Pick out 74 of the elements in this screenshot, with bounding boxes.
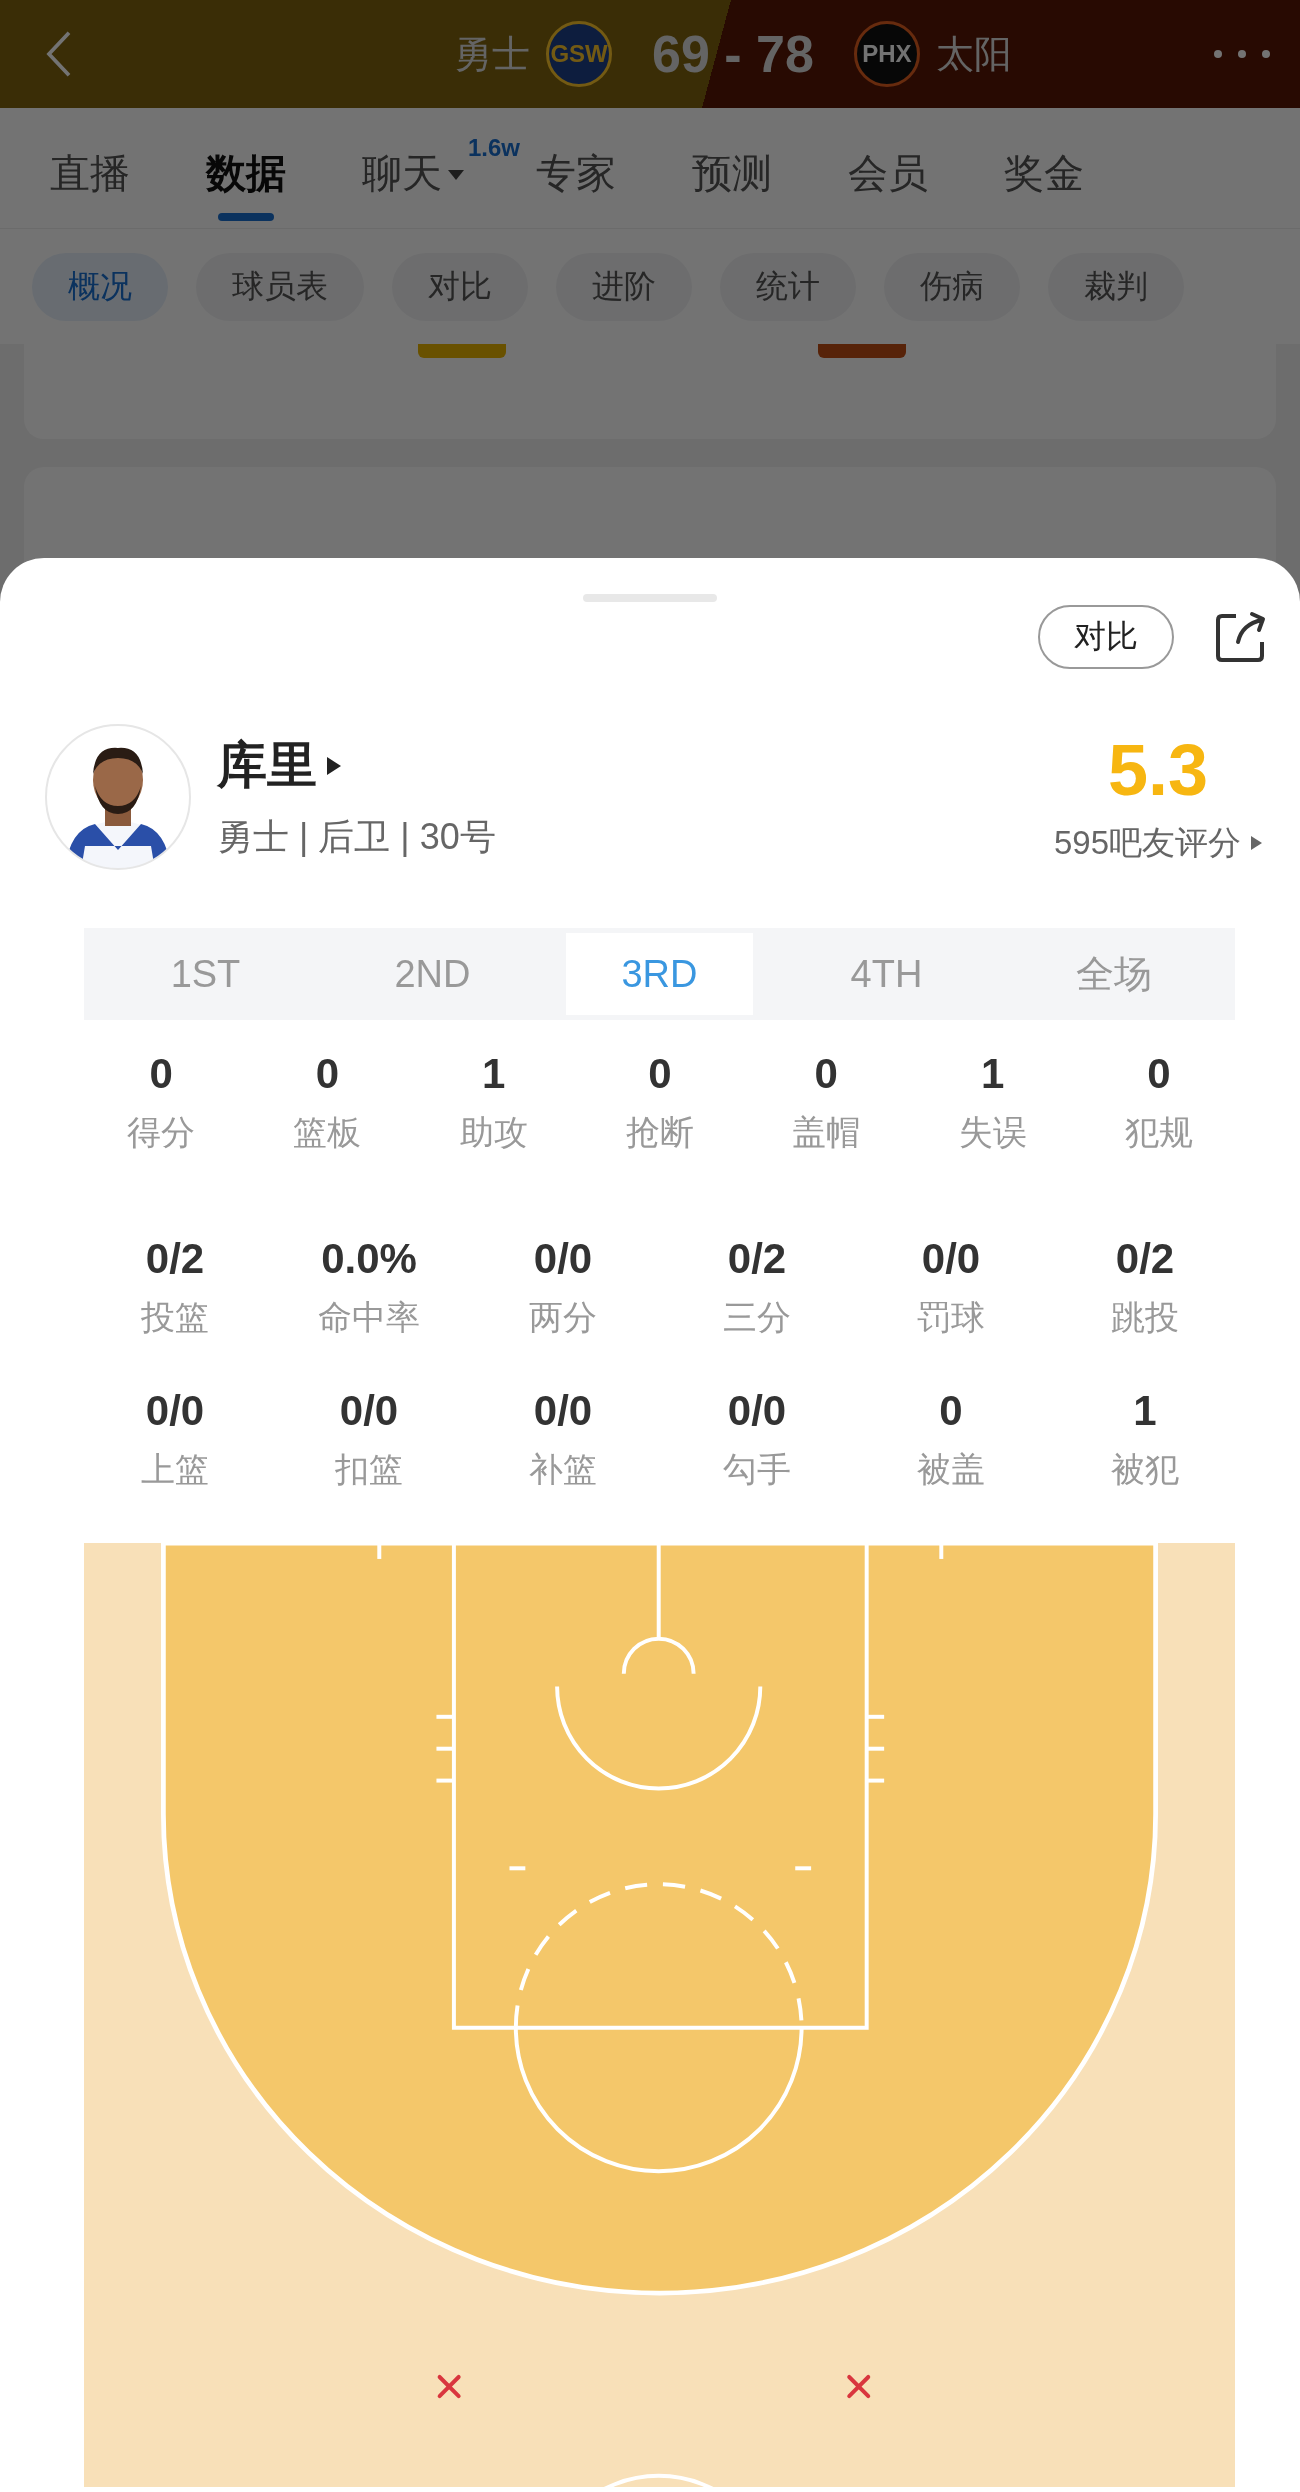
stat-label: 被犯 [1111, 1449, 1179, 1490]
team-name: 太阳 [935, 31, 1012, 77]
stat-label: 三分 [723, 1297, 791, 1338]
tab[interactable]: 奖金 [1004, 115, 1085, 221]
period-tab[interactable]: 1ST [112, 933, 299, 1015]
rating-count[interactable]: 595吧友评分 [1053, 820, 1241, 866]
tab[interactable]: 数据 [206, 115, 286, 221]
filter-chip[interactable]: 进阶 [556, 252, 692, 321]
stat-value: 1 [1133, 1387, 1157, 1435]
tab[interactable]: 预测 [692, 115, 773, 221]
stat-label: 投篮 [141, 1297, 209, 1338]
filter-chip[interactable]: 伤病 [884, 252, 1020, 321]
count-label: 1.6w [468, 133, 521, 162]
stat-label: 抢断 [626, 1112, 694, 1153]
more-icon[interactable] [1212, 48, 1272, 60]
stat-value: 0/0 [921, 1235, 981, 1283]
stat-value: 0/2 [1115, 1235, 1175, 1283]
stat-value: 1 [980, 1050, 1005, 1098]
team-name: 勇士 [454, 31, 531, 77]
stat-value: 0 [149, 1050, 173, 1098]
player-name[interactable]: 库里 [217, 732, 317, 799]
miss-marker-icon [437, 2375, 461, 2399]
stat-label: 扣篮 [335, 1449, 403, 1490]
stat-label: 得分 [127, 1112, 196, 1153]
miss-marker-icon [847, 2375, 871, 2399]
stat-label: 补篮 [529, 1449, 597, 1490]
stat-value: 0/0 [533, 1235, 593, 1283]
stat-label: 篮板 [293, 1112, 362, 1153]
filter-chip[interactable]: 概况 [32, 252, 168, 321]
team-logo: PHX [853, 21, 920, 87]
filter-chip[interactable]: 球员表 [196, 252, 364, 321]
stat-value: 0/0 [533, 1387, 593, 1435]
stat-value: 0/0 [339, 1387, 399, 1435]
stat-label: 罚球 [917, 1297, 985, 1338]
period-tab[interactable]: 2ND [339, 933, 526, 1015]
stat-value: 0 [814, 1050, 838, 1098]
stat-label: 上篮 [141, 1449, 209, 1490]
tab[interactable]: 专家 [536, 115, 617, 221]
stat-value: 0/2 [145, 1235, 205, 1283]
stat-label: 勾手 [723, 1449, 791, 1490]
tab[interactable]: 会员 [848, 115, 929, 221]
tab[interactable]: 聊天 [362, 115, 464, 221]
period-tab[interactable]: 全场 [1020, 933, 1207, 1015]
stat-value: 0/2 [727, 1235, 787, 1283]
stat-label: 助攻 [459, 1112, 528, 1153]
stat-label: 被盖 [917, 1449, 985, 1490]
stat-value: 0 [939, 1387, 963, 1435]
stat-value: 0/0 [145, 1387, 205, 1435]
stat-label: 盖帽 [792, 1112, 861, 1153]
filter-chip[interactable]: 对比 [392, 252, 528, 321]
stat-label: 命中率 [318, 1297, 420, 1338]
caret-icon [1251, 836, 1262, 850]
stat-value: 0/0 [727, 1387, 787, 1435]
score: 69 - 78 [652, 24, 814, 84]
stat-value: 1 [482, 1050, 506, 1098]
rating-score: 5.3 [1107, 728, 1208, 811]
caret-icon [327, 756, 341, 775]
stat-value: 0.0% [321, 1235, 417, 1283]
period-tab[interactable]: 4TH [793, 933, 980, 1015]
stat-label: 两分 [529, 1297, 597, 1338]
player-info: 勇士 | 后卫 | 30号 [217, 815, 497, 859]
tab[interactable]: 直播 [50, 115, 130, 221]
period-tab[interactable]: 3RD [566, 933, 753, 1015]
share-icon[interactable] [1214, 610, 1268, 664]
filter-chip[interactable]: 裁判 [1048, 252, 1184, 321]
stat-label: 跳投 [1111, 1297, 1179, 1338]
compare-button[interactable]: 对比 [1038, 605, 1174, 669]
stat-value: 0 [315, 1050, 340, 1098]
team-logo: GSW [546, 21, 613, 87]
stat-value: 0 [1147, 1050, 1171, 1098]
stat-label: 失误 [958, 1112, 1027, 1153]
stat-label: 犯规 [1124, 1112, 1193, 1153]
stat-value: 0 [648, 1050, 672, 1098]
filter-chip[interactable]: 统计 [720, 252, 856, 321]
